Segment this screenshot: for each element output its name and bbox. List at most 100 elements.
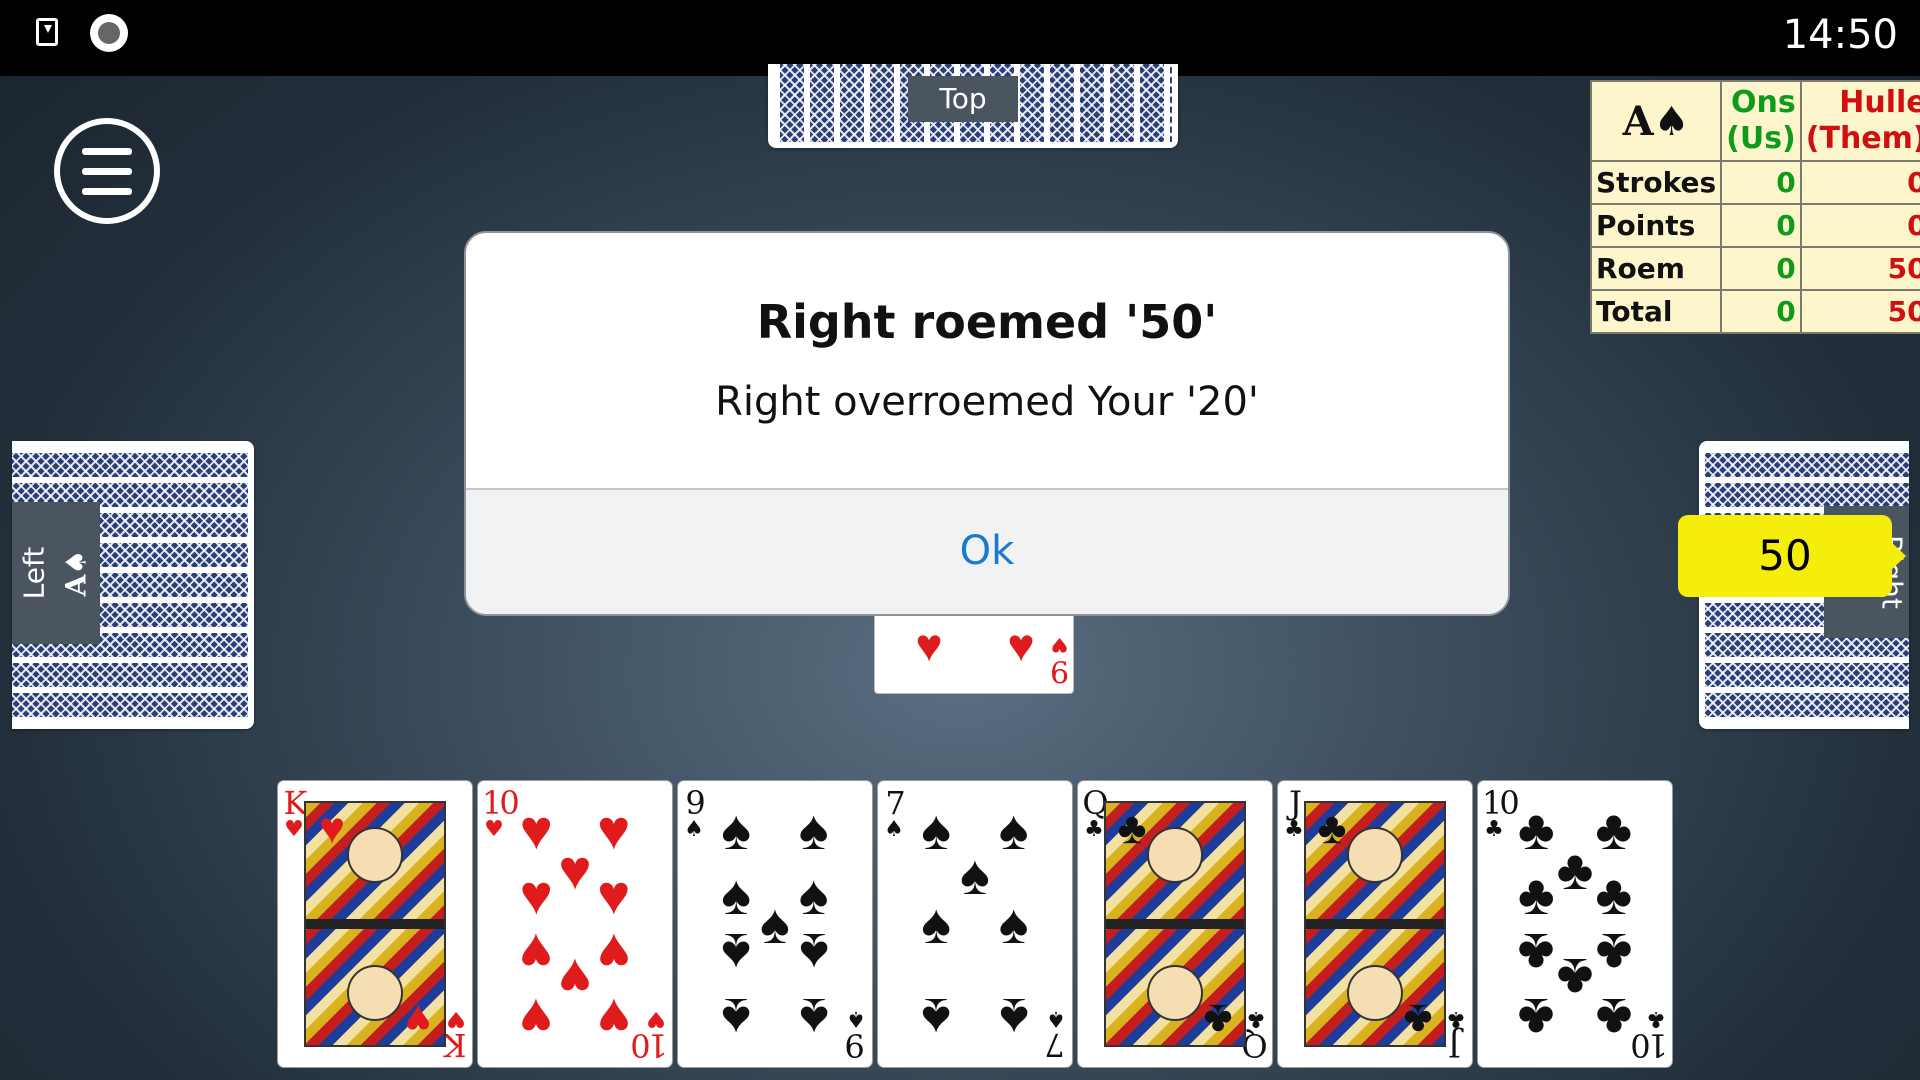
left-player-label: Left A♠ [12, 502, 100, 644]
roem-bid-bubble: 50 [1678, 515, 1906, 597]
card-suit-icon: ♣ [1484, 817, 1504, 842]
hamburger-icon [82, 148, 132, 155]
card-rank: Q [1082, 784, 1108, 822]
us-header: Ons (Us) [1720, 80, 1802, 162]
them-header: Hulle (Them) [1799, 80, 1920, 162]
card-suit-icon: ♠ [1046, 1006, 1066, 1031]
card-index-bot: 10 ♥ [633, 1006, 668, 1064]
face-head [1347, 965, 1403, 1021]
us-value: 0 [1720, 160, 1802, 205]
trump-indicator: A♠ [1589, 80, 1723, 162]
hand-card[interactable]: K ♥ K ♥ ♥ ♥ [277, 780, 473, 1068]
card-index-bot: 7 ♠ [1044, 1006, 1068, 1064]
suit-pip-icon: ♠ [960, 843, 990, 907]
score-row-points: Points 0 0 [1589, 203, 1920, 248]
card-suit-icon: ♣ [1246, 1006, 1266, 1031]
card-suit-icon: ♥ [646, 1006, 666, 1031]
card-suit-icon: ♣ [1646, 1006, 1666, 1031]
card-suit-icon: ♠ [884, 817, 904, 842]
face-head [1147, 827, 1203, 883]
menu-button[interactable] [54, 118, 160, 224]
card-suit-icon: ♥ [284, 817, 304, 842]
suit-pip-icon: ♥ [519, 921, 553, 985]
them-header-line1: Hulle [1839, 85, 1920, 120]
card-rank: 9 [847, 1026, 865, 1064]
suit-pip-icon: ♠ [721, 987, 752, 1051]
trump-suit: A♠ [1622, 97, 1690, 145]
face-head [347, 827, 403, 883]
card-suit-icon: ♠ [684, 817, 704, 842]
suit-pip-icon: ♥ [558, 947, 592, 1011]
suit-pip-icon: ♣ [1556, 837, 1594, 901]
suit-pip-icon: ♠ [921, 892, 952, 955]
card-suit-icon: ♥ [484, 817, 504, 842]
played-card-suit: ♥ [1050, 633, 1069, 657]
face-card-art: ♣ ♣ [1304, 801, 1446, 1047]
ok-button[interactable]: Ok [466, 528, 1508, 574]
card-suit-icon: ♣ [1284, 817, 1304, 842]
them-value: 50 [1799, 246, 1920, 291]
suit-pip-icon: ♣ [1517, 863, 1555, 927]
suit-pip-icon: ♣ [1595, 921, 1633, 985]
download-icon [36, 18, 58, 46]
hand-card[interactable]: J ♣ J ♣ ♣ ♣ [1277, 780, 1473, 1068]
us-value: 0 [1720, 289, 1802, 334]
suit-pip-icon: ♠ [998, 892, 1029, 955]
us-value: 0 [1720, 203, 1802, 248]
card-index-top: J ♣ [1282, 787, 1306, 841]
card-index-bot: K ♥ [444, 1006, 468, 1064]
dialog-message: Right overroemed Your '20' [715, 379, 1259, 425]
suit-pip-icon: ♥ [597, 797, 631, 861]
suit-pip-icon: ♠ [760, 892, 790, 955]
card-index-bot: 10 ♣ [1633, 1006, 1668, 1064]
face-card-art: ♣ ♣ [1104, 801, 1246, 1047]
suit-pip-icon: ♣ [1517, 797, 1555, 861]
row-label: Roem [1589, 246, 1723, 291]
played-card-rank: 9 [1049, 653, 1069, 688]
hand-card[interactable]: 10 ♥ 10 ♥ ♥ ♥ ♥ ♥ ♥ ♥ ♥ ♥ ♥ ♥ [477, 780, 673, 1068]
face-card-art: ♥ ♥ [304, 801, 446, 1047]
played-card-index: 9 ♥ [1049, 633, 1069, 688]
hand-card[interactable]: 10 ♣ 10 ♣ ♣ ♣ ♣ ♣ ♣ ♣ ♣ ♣ ♣ ♣ [1477, 780, 1673, 1068]
card-rank: 9 [685, 784, 705, 822]
face-head [1347, 827, 1403, 883]
suit-pip-icon: ♠ [721, 797, 752, 861]
suit-pip-icon: ♥ [519, 987, 553, 1051]
card-rank: 10 [1633, 1026, 1668, 1064]
suit-pip-icon: ♥ [519, 797, 553, 861]
row-label: Total [1589, 289, 1723, 334]
left-player-trump-marker: A♠ [59, 549, 93, 597]
card-suit-icon: ♣ [1446, 1006, 1466, 1031]
hamburger-icon-bar [82, 188, 132, 195]
dialog-actions: Ok [466, 488, 1508, 614]
suit-pip-icon: ♣ [1117, 804, 1147, 853]
suit-pip-icon: ♠ [798, 921, 829, 985]
suit-pip-icon: ♥ [597, 863, 631, 927]
suit-pip-icon: ♥ [318, 804, 346, 853]
card-rank: 7 [885, 784, 905, 822]
them-value: 0 [1799, 203, 1920, 248]
suit-pip-icon: ♠ [721, 863, 752, 927]
heart-pip-icon: ♥ [1007, 619, 1035, 671]
suit-pip-icon: ♣ [1595, 863, 1633, 927]
card-rank: 10 [1482, 784, 1520, 822]
hand-card[interactable]: 7 ♠ 7 ♠ ♠ ♠ ♠ ♠ ♠ ♠ ♠ [877, 780, 1073, 1068]
suit-pip-icon: ♥ [558, 837, 592, 901]
card-rank: 10 [482, 784, 520, 822]
card-index-top: 10 ♣ [1482, 784, 1520, 842]
dialog-title: Right roemed '50' [756, 295, 1218, 349]
card-suit-icon: ♥ [446, 1006, 466, 1031]
suit-pip-icon: ♣ [1595, 797, 1633, 861]
face-head [347, 965, 403, 1021]
top-player-name: Top [939, 82, 987, 115]
row-label: Points [1589, 203, 1723, 248]
hand-card[interactable]: 9 ♠ 9 ♠ ♠ ♠ ♠ ♠ ♠ ♠ ♠ ♠ ♠ [677, 780, 873, 1068]
card-index-bot: J ♣ [1444, 1006, 1468, 1064]
suit-pip-icon: ♣ [1317, 804, 1347, 853]
suit-pip-icon: ♠ [721, 921, 752, 985]
heart-pip-icon: ♥ [915, 619, 943, 671]
suit-pip-icon: ♠ [798, 987, 829, 1051]
card-index-top: Q ♣ [1082, 784, 1108, 841]
hand-card[interactable]: Q ♣ Q ♣ ♣ ♣ [1077, 780, 1273, 1068]
top-player-label: Top [908, 76, 1018, 122]
